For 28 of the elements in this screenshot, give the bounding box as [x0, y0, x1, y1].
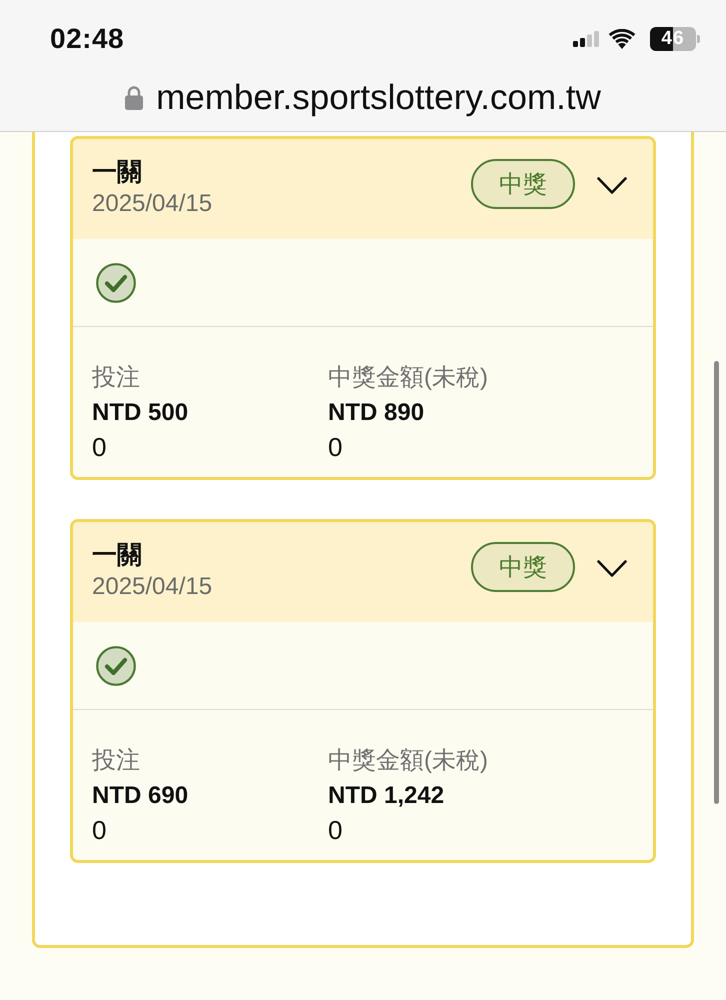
result-badge: 中獎 [471, 542, 575, 592]
bet-date: 2025/04/15 [92, 189, 214, 219]
signal-icon [573, 31, 599, 48]
stat-value: NTD 500 [92, 398, 190, 428]
stat-label: 投注 [92, 746, 141, 776]
stat-note: 0 [328, 431, 344, 464]
stat-label: 投注 [92, 363, 141, 393]
url-text[interactable]: member.sportslottery.com.tw [156, 76, 601, 119]
status-time: 02:48 [50, 23, 124, 56]
lock-icon [125, 86, 144, 110]
check-circle-icon [96, 646, 136, 686]
scrollbar-thumb[interactable] [714, 361, 719, 804]
stat-label: 中獎金額(未稅) [328, 746, 489, 776]
bet-type-title: 一關 [92, 540, 143, 571]
stat-note: 0 [328, 814, 344, 847]
stat-label: 中獎金額(未稅) [328, 363, 489, 393]
stat-value: NTD 1,242 [328, 781, 446, 811]
bet-date: 2025/04/15 [92, 572, 214, 602]
chevron-down-icon[interactable] [597, 177, 627, 195]
wifi-icon [608, 29, 636, 50]
stat-value: NTD 890 [328, 398, 426, 428]
bet-type-title: 一關 [92, 157, 143, 188]
chevron-down-icon[interactable] [597, 560, 627, 578]
stat-note: 0 [92, 814, 108, 847]
stat-note: 0 [92, 431, 108, 464]
check-circle-icon [96, 262, 136, 302]
stat-value: NTD 690 [92, 781, 190, 811]
result-badge: 中獎 [471, 159, 575, 209]
